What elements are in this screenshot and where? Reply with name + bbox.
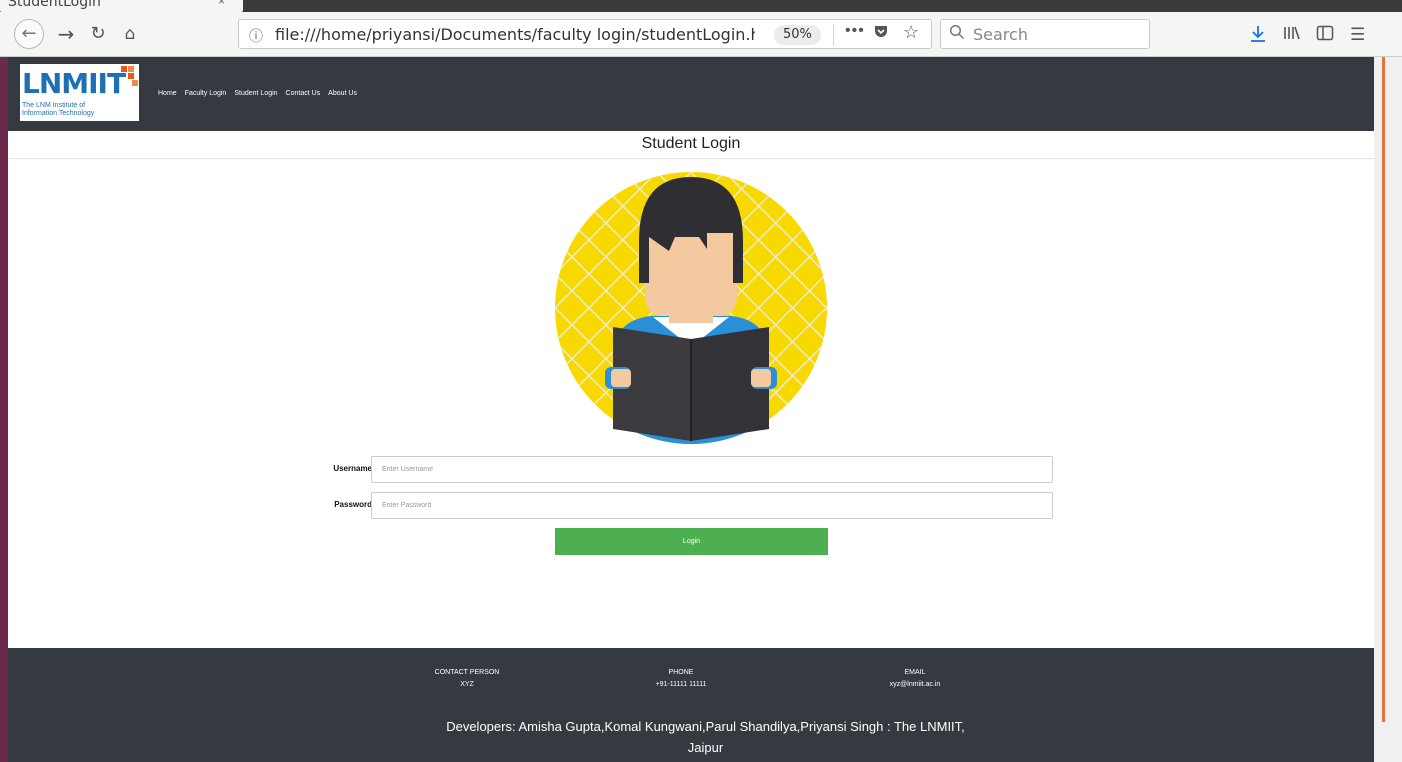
contact-heading: CONTACT PERSON xyxy=(434,669,500,676)
student-avatar-illustration xyxy=(555,172,827,444)
close-icon[interactable]: × xyxy=(218,0,225,8)
logo-square xyxy=(121,66,127,72)
username-field[interactable] xyxy=(371,456,1053,483)
scrollbar-track[interactable] xyxy=(1374,57,1402,762)
username-label: Username xyxy=(333,464,372,473)
email-value: xyz@lnmiit.ac.in xyxy=(889,681,941,688)
nav-link-home[interactable]: Home xyxy=(158,90,177,97)
pocket-icon[interactable] xyxy=(873,23,889,44)
site-nav: Home Faculty Login Student Login Contact… xyxy=(158,90,357,97)
email-column: EMAIL xyz@lnmiit.ac.in xyxy=(865,667,965,691)
email-heading: EMAIL xyxy=(904,669,926,676)
sidebar-icon[interactable] xyxy=(1316,25,1334,46)
url-text[interactable]: file:///home/priyansi/Documents/faculty … xyxy=(275,25,755,44)
site-header: LNMIIT The LNM Institute of Information … xyxy=(8,57,1374,131)
developers-credit: Developers: Amisha Gupta,Komal Kungwani,… xyxy=(418,716,993,758)
library-icon[interactable] xyxy=(1283,25,1301,46)
contact-value: XYZ xyxy=(460,681,474,688)
phone-heading: PHONE xyxy=(668,669,694,676)
login-button[interactable]: Login xyxy=(555,528,828,555)
title-bar: Student Login xyxy=(8,131,1374,159)
download-icon[interactable] xyxy=(1250,25,1266,48)
browser-window: StudentLogin × ← → ↻ ⌂ ⓘ file:///home/pr… xyxy=(0,0,1402,762)
phone-value: +91-11111 11111 xyxy=(655,681,707,688)
url-divider xyxy=(833,24,834,46)
search-icon xyxy=(949,24,965,45)
contact-column: CONTACT PERSON XYZ xyxy=(417,667,517,691)
zoom-indicator[interactable]: 50% xyxy=(774,25,821,45)
username-row: Username xyxy=(308,456,1054,484)
page-title: Student Login xyxy=(641,135,741,152)
nav-link-faculty-login[interactable]: Faculty Login xyxy=(185,90,227,97)
logo-subtitle-2: Information Technology xyxy=(22,110,95,117)
navigation-toolbar: ← → ↻ ⌂ ⓘ file:///home/priyansi/Document… xyxy=(0,12,1402,57)
logo-square xyxy=(128,73,134,79)
forward-button[interactable]: → xyxy=(52,20,80,48)
lnmiit-logo[interactable]: LNMIIT The LNM Institute of Information … xyxy=(20,64,139,121)
nav-link-about-us[interactable]: About Us xyxy=(328,90,357,97)
logo-square xyxy=(132,80,138,86)
desktop-edge xyxy=(0,57,8,762)
username-input[interactable] xyxy=(372,457,1052,482)
url-bar[interactable]: ⓘ file:///home/priyansi/Documents/facult… xyxy=(238,19,932,49)
tab-title: StudentLogin xyxy=(8,0,101,10)
bookmark-star-icon[interactable]: ☆ xyxy=(903,22,919,43)
developers-line-2: Jaipur xyxy=(687,740,724,755)
home-button[interactable]: ⌂ xyxy=(116,20,144,48)
password-label: Password xyxy=(334,500,372,509)
site-footer: CONTACT PERSON XYZ PHONE +91-11111 11111… xyxy=(8,648,1374,762)
reload-button[interactable]: ↻ xyxy=(84,20,112,48)
developers-line-1: Developers: Amisha Gupta,Komal Kungwani,… xyxy=(446,719,965,734)
nav-link-contact-us[interactable]: Contact Us xyxy=(286,90,321,97)
page-viewport: LNMIIT The LNM Institute of Information … xyxy=(8,57,1374,762)
tab-student-login[interactable]: StudentLogin × xyxy=(0,0,243,12)
tab-strip: StudentLogin × xyxy=(0,0,1402,12)
menu-icon[interactable]: ☰ xyxy=(1350,25,1365,45)
more-actions-icon[interactable]: ••• xyxy=(845,22,865,40)
search-placeholder[interactable]: Search xyxy=(973,25,1028,44)
password-input[interactable] xyxy=(372,493,1052,518)
logo-subtitle-1: The LNM Institute of xyxy=(22,102,86,109)
password-row: Password xyxy=(308,492,1054,520)
scrollbar-accent xyxy=(1382,57,1385,722)
search-bar[interactable]: Search xyxy=(940,19,1150,49)
back-button[interactable]: ← xyxy=(14,19,44,49)
password-field[interactable] xyxy=(371,492,1053,519)
phone-column: PHONE +91-11111 11111 xyxy=(631,667,731,691)
logo-square xyxy=(128,66,134,72)
info-icon[interactable]: ⓘ xyxy=(249,26,263,46)
logo-name: LNMIIT xyxy=(22,67,126,100)
nav-link-student-login[interactable]: Student Login xyxy=(234,90,277,97)
